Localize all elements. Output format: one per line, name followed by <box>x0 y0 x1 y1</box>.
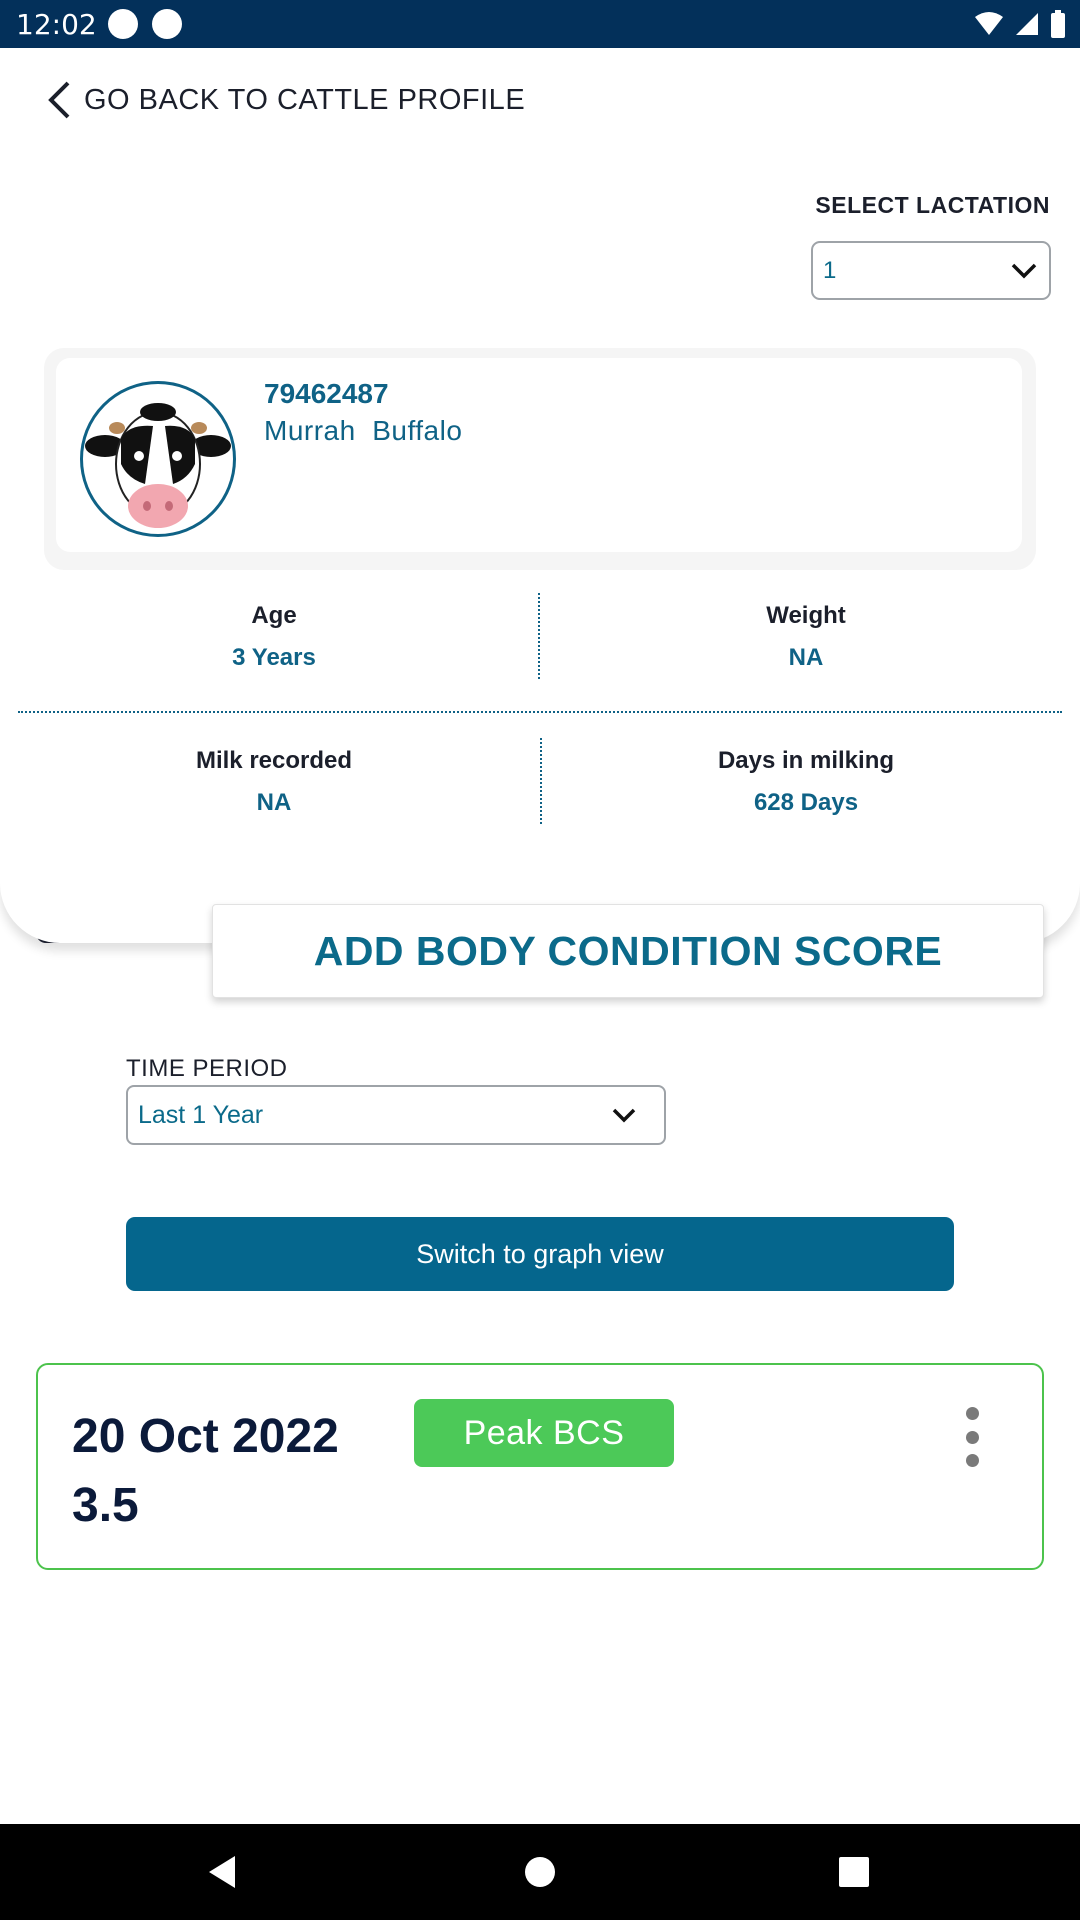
chevron-left-icon <box>48 81 70 119</box>
lactation-value: 1 <box>823 256 837 284</box>
days-in-milking-stat: Days in milking 628 Days <box>596 747 1016 817</box>
cattle-breed: Murrah Buffalo <box>264 415 463 446</box>
milk-recorded-stat: Milk recorded NA <box>64 747 484 817</box>
status-bar: 12:02 <box>0 0 1080 48</box>
back-to-cattle-profile-link[interactable]: GO BACK TO CATTLE PROFILE <box>46 80 525 120</box>
nav-home-icon[interactable] <box>516 1848 564 1896</box>
nav-back-icon[interactable] <box>198 1848 246 1896</box>
graph-button-label: Switch to graph view <box>416 1238 664 1269</box>
age-value: 3 Years <box>232 644 316 671</box>
profile-card-inner: 79462487 Murrah Buffalo <box>56 358 1022 552</box>
app-notification-icon <box>152 9 182 39</box>
record-date: 20 Oct 2022 <box>72 1410 339 1463</box>
back-label: GO BACK TO CATTLE PROFILE <box>84 83 526 116</box>
weight-label: Weight <box>766 602 846 629</box>
stat-divider-vertical-2 <box>540 738 542 824</box>
sync-app-icon <box>108 9 138 39</box>
system-navigation-bar <box>0 1824 1080 1920</box>
profile-card: 79462487 Murrah Buffalo <box>44 348 1036 570</box>
status-time: 12:02 <box>16 8 97 41</box>
days-in-milking-value: 628 Days <box>753 789 859 816</box>
add-bcs-label: ADD BODY CONDITION SCORE <box>313 927 943 974</box>
wifi-icon <box>975 12 1003 35</box>
milk-recorded-label: Milk recorded <box>195 747 353 774</box>
switch-to-graph-view-button[interactable]: Switch to graph view <box>126 1217 954 1291</box>
time-period-label: TIME PERIOD <box>126 1055 288 1082</box>
stat-divider-horizontal <box>18 711 1062 713</box>
bcs-record-card[interactable]: 20 Oct 2022 3.5 Peak BCS <box>36 1363 1044 1570</box>
signal-icon <box>1016 13 1038 35</box>
cow-avatar-icon <box>80 381 236 537</box>
milk-recorded-value: NA <box>256 789 292 816</box>
record-score: 3.5 <box>72 1479 139 1532</box>
age-stat: Age 3 Years <box>64 602 484 672</box>
lactation-select[interactable]: 1 <box>811 241 1051 300</box>
weight-value: NA <box>788 644 824 671</box>
battery-icon <box>1051 10 1065 38</box>
age-label: Age <box>251 602 297 629</box>
cattle-summary-card: GO BACK TO CATTLE PROFILE SELECT LACTATI… <box>0 48 1080 943</box>
time-period-select[interactable]: Last 1 Year <box>126 1085 666 1145</box>
time-period-value: Last 1 Year <box>138 1100 264 1129</box>
cattle-id: 79462487 <box>264 378 389 409</box>
weight-stat: Weight NA <box>596 602 1016 672</box>
add-body-condition-score-button[interactable]: ADD BODY CONDITION SCORE <box>212 904 1044 998</box>
status-indicators <box>974 10 1066 38</box>
chevron-down-icon <box>1011 263 1037 278</box>
more-options-icon[interactable] <box>958 1407 986 1467</box>
lactation-label: SELECT LACTATION <box>815 192 1050 218</box>
days-in-milking-label: Days in milking <box>717 747 895 774</box>
chevron-down-icon <box>612 1108 636 1122</box>
nav-recents-icon[interactable] <box>830 1848 878 1896</box>
peak-bcs-label: Peak BCS <box>463 1413 625 1452</box>
stat-divider-vertical-1 <box>538 593 540 679</box>
peak-bcs-badge: Peak BCS <box>414 1399 674 1467</box>
